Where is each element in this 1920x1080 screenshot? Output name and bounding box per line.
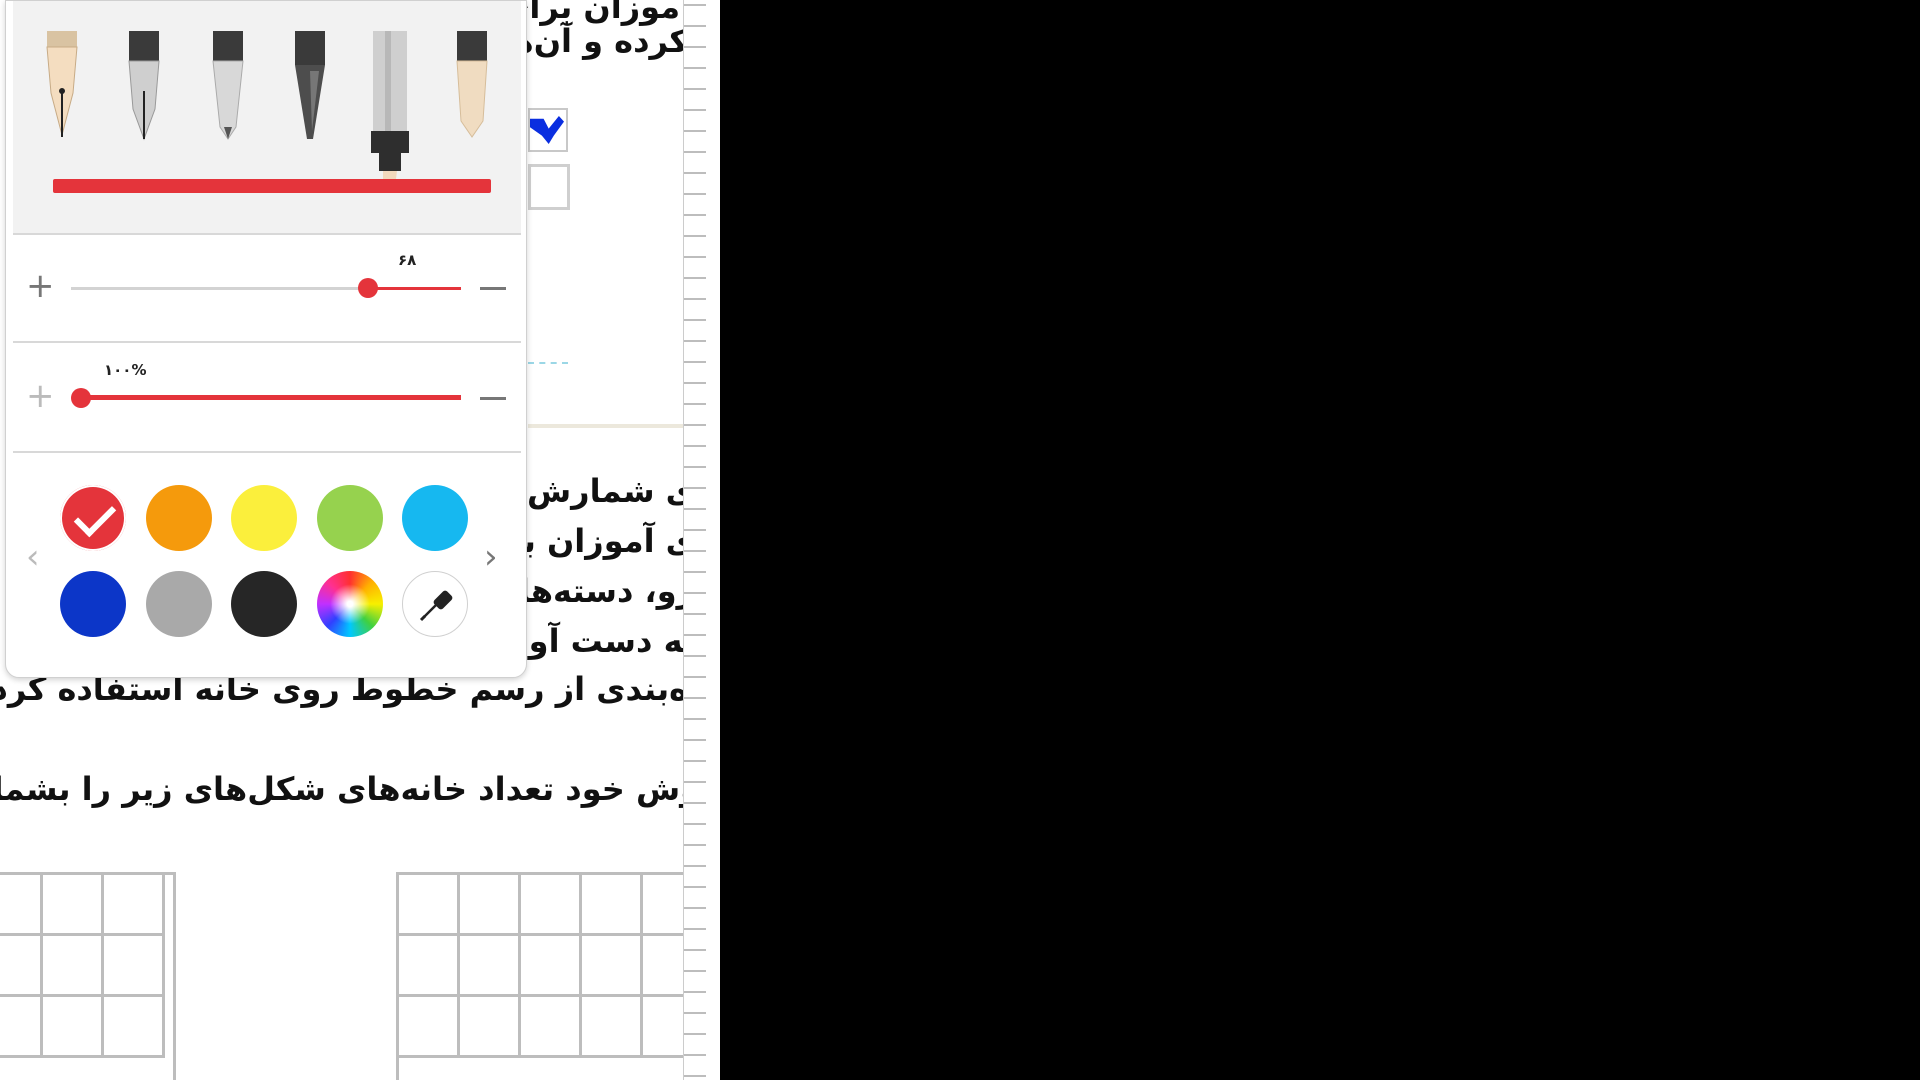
divider [13, 341, 521, 343]
doc-line-8: وش خود تعداد خانه‌های شکل‌های زیر را بشم… [0, 770, 700, 808]
grid-shape-left [0, 872, 176, 1080]
doc-line-2: کرده و آن‌ها [499, 22, 688, 60]
ruler-tick [684, 781, 706, 783]
ruler-tick [684, 361, 706, 363]
ruler-tick [684, 340, 706, 342]
color-swatch-green[interactable] [317, 485, 383, 551]
ruler-tick [684, 4, 706, 6]
ruler-tick [684, 487, 706, 489]
ruler-tick [684, 802, 706, 804]
ruler-tick [684, 697, 706, 699]
pen-tray [13, 1, 521, 233]
opacity-slider-fill[interactable] [81, 395, 461, 400]
ruler-tick [684, 256, 706, 258]
pen-settings-panel: + ۶۸ + ۱۰۰% ‹ › [5, 0, 527, 678]
chevron-right-icon[interactable]: › [484, 537, 498, 577]
size-slider-fill [368, 287, 461, 290]
pen-color-bar [53, 179, 491, 193]
ruler-tick [684, 823, 706, 825]
color-swatch-gray[interactable] [146, 571, 212, 637]
blue-shaded-shape [528, 108, 568, 152]
decrease-opacity-minus-icon[interactable] [480, 397, 506, 400]
felt-tip-pen-icon[interactable] [287, 31, 333, 143]
ruler-tick [684, 88, 706, 90]
ruler-tick [684, 424, 706, 426]
divider [13, 451, 521, 453]
ruler-tick [684, 613, 706, 615]
ruler-tick [684, 928, 706, 930]
ruler-tick [684, 109, 706, 111]
empty-shape [528, 164, 570, 210]
ruler-tick [684, 25, 706, 27]
ruler-tick [684, 886, 706, 888]
ruler-tick [684, 508, 706, 510]
ruler-tick [684, 382, 706, 384]
fine-pen-icon[interactable] [121, 31, 167, 143]
fountain-pen-icon[interactable] [37, 31, 87, 143]
marker-icon[interactable] [365, 31, 415, 191]
ruler-tick [684, 151, 706, 153]
ruler-tick [684, 991, 706, 993]
ruler-tick [684, 319, 706, 321]
ruler-tick [684, 235, 706, 237]
ruler-tick [684, 550, 706, 552]
ruler-tick [684, 1075, 706, 1077]
chevron-left-icon[interactable]: ‹ [26, 537, 40, 577]
divider [13, 233, 521, 235]
opacity-value-label: ۱۰۰% [104, 361, 147, 379]
ruler-tick [684, 130, 706, 132]
ruler-tick [684, 214, 706, 216]
ruler-tick [684, 907, 706, 909]
size-value-label: ۶۸ [398, 251, 417, 269]
ruler-tick [684, 67, 706, 69]
opacity-slider-knob[interactable] [71, 388, 91, 408]
vertical-ruler[interactable] [683, 0, 720, 1080]
checkmark-icon [73, 494, 117, 538]
ruler-tick [684, 676, 706, 678]
ruler-tick [684, 193, 706, 195]
color-wheel-icon[interactable] [317, 571, 383, 637]
decrease-size-minus-icon[interactable] [480, 287, 506, 290]
highlighter-icon[interactable] [449, 31, 495, 143]
ruler-tick [684, 1054, 706, 1056]
ruler-tick [684, 1012, 706, 1014]
color-swatch-red-selected[interactable] [60, 485, 126, 551]
ruler-tick [684, 445, 706, 447]
color-swatch-cyan[interactable] [402, 485, 468, 551]
ruler-tick [684, 739, 706, 741]
ruler-tick [684, 718, 706, 720]
increase-opacity-plus-icon[interactable]: + [26, 379, 55, 413]
ruler-tick [684, 592, 706, 594]
ruler-tick [684, 865, 706, 867]
ruler-tick [684, 949, 706, 951]
dashed-separator [528, 362, 568, 364]
color-swatch-blue[interactable] [60, 571, 126, 637]
ruler-tick [684, 634, 706, 636]
color-swatch-black[interactable] [231, 571, 297, 637]
ruler-tick [684, 298, 706, 300]
color-swatch-yellow[interactable] [231, 485, 297, 551]
ruler-tick [684, 172, 706, 174]
ruler-tick [684, 571, 706, 573]
ballpoint-pen-icon[interactable] [205, 31, 251, 143]
size-slider-knob[interactable] [358, 278, 378, 298]
ruler-tick [684, 466, 706, 468]
ruler-tick [684, 46, 706, 48]
ruler-tick [684, 655, 706, 657]
grid-shape-right [396, 872, 720, 1080]
eyedropper-icon[interactable] [402, 571, 468, 637]
ruler-tick [684, 403, 706, 405]
increase-size-plus-icon[interactable]: + [26, 269, 55, 303]
ruler-tick [684, 970, 706, 972]
ruler-tick [684, 277, 706, 279]
ruler-tick [684, 844, 706, 846]
ruler-tick [684, 1033, 706, 1035]
ruler-tick [684, 760, 706, 762]
document-page: موزان برای کرده و آن‌ها ی شمارش روش ی آم… [0, 0, 720, 1080]
ruler-tick [684, 529, 706, 531]
section-divider [528, 424, 688, 428]
color-swatch-orange[interactable] [146, 485, 212, 551]
